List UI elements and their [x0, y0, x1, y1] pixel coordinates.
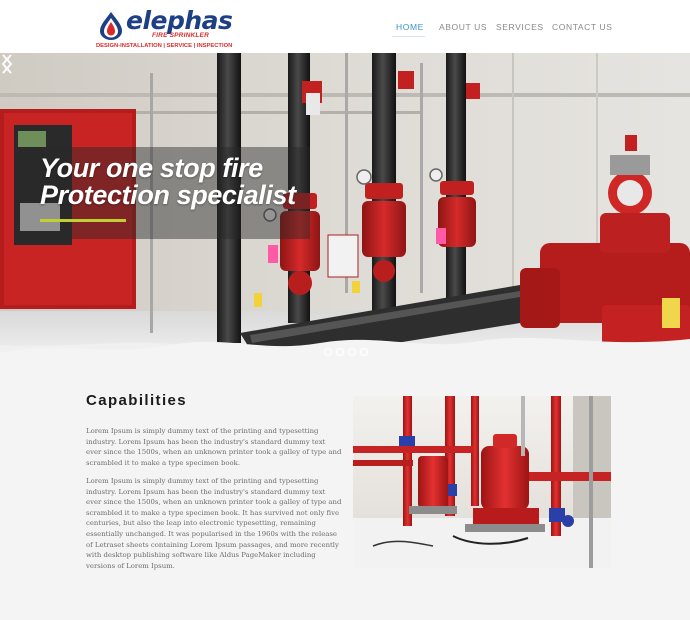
- nav-active-indicator: [392, 36, 425, 37]
- flame-drop-icon: [100, 12, 122, 40]
- chevron-right-icon[interactable]: [0, 53, 14, 75]
- brand-tagline: DESIGN-INSTALLATION | SERVICE | INSPECTI…: [96, 43, 233, 49]
- hero-slider: Your one stop fire Protection specialist: [0, 53, 690, 365]
- nav-item-contact-us[interactable]: CONTACT US: [552, 21, 612, 33]
- slider-dot[interactable]: [360, 348, 368, 356]
- brand-name: elephas: [126, 6, 233, 35]
- hero-headline-line1: Your one stop fire: [40, 153, 263, 183]
- brand-logo[interactable]: elephas FIRE SPRINKLER DESIGN-INSTALLATI…: [96, 7, 233, 51]
- capabilities-paragraph: Lorem Ipsum is simply dummy text of the …: [86, 427, 342, 467]
- pump-room-photo: [353, 396, 611, 568]
- nav-item-about-us[interactable]: ABOUT US: [439, 21, 487, 33]
- brand-subtitle: FIRE SPRINKLER: [152, 32, 209, 39]
- hero-headline-line2: Protection specialist: [40, 180, 296, 210]
- nav-item-services[interactable]: SERVICES: [496, 21, 544, 33]
- hero-accent-bar: [40, 219, 126, 222]
- capabilities-paragraph: Lorem Ipsum is simply dummy text of the …: [86, 477, 342, 570]
- slider-dot[interactable]: [348, 348, 356, 356]
- slider-dot[interactable]: [336, 348, 344, 356]
- slider-dot[interactable]: [324, 348, 332, 356]
- capabilities-title: Capabilities: [86, 392, 187, 409]
- nav-item-home[interactable]: HOME: [396, 21, 424, 33]
- capabilities-image: [353, 396, 611, 568]
- site-header: elephas FIRE SPRINKLER DESIGN-INSTALLATI…: [0, 0, 690, 53]
